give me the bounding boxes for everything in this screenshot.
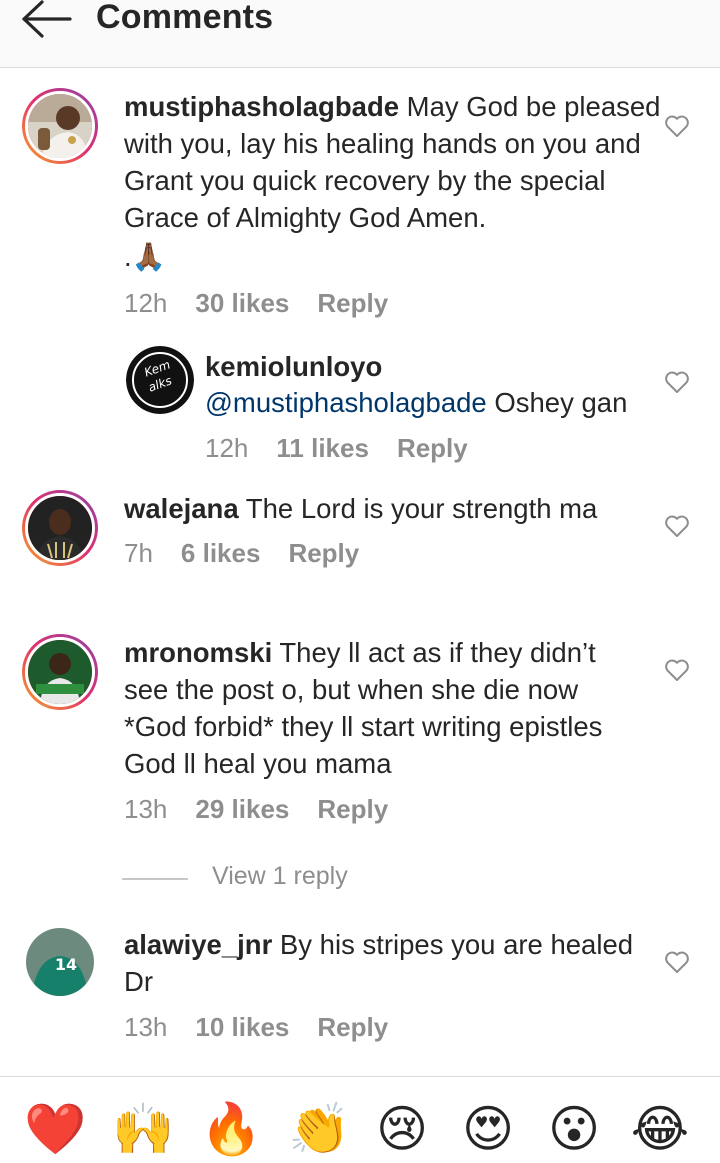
heart-icon[interactable] (664, 514, 690, 538)
crying-emoji-button[interactable]: 😢 (372, 1099, 432, 1159)
comment-emoji-line: .🙏🏾 (124, 241, 166, 272)
avatar[interactable] (22, 490, 98, 566)
avatar[interactable] (22, 634, 98, 710)
jersey-number: 14 (55, 955, 77, 974)
reply-button[interactable]: Reply (317, 288, 388, 318)
comment-time: 7h (124, 538, 153, 568)
comment-text: alawiye_jnr By his stripes you are heale… (124, 926, 649, 1000)
reply-button[interactable]: Reply (288, 538, 359, 568)
avatar[interactable]: Kem alks (126, 346, 194, 414)
username[interactable]: alawiye_jnr (124, 929, 272, 960)
username[interactable]: walejana (124, 493, 239, 524)
reply-button[interactable]: Reply (317, 794, 388, 824)
comment-text: walejana The Lord is your strength ma (124, 490, 664, 527)
comment-meta: 12h 30 likes Reply (124, 288, 416, 319)
comment-time: 12h (124, 288, 168, 318)
laughing-emoji-button[interactable]: 😂 (630, 1099, 690, 1159)
reply-button[interactable]: Reply (317, 1012, 388, 1042)
heart-emoji-button[interactable]: ❤️ (24, 1099, 86, 1159)
comment-time: 12h (205, 433, 249, 463)
comment-time: 13h (124, 794, 168, 824)
likes-count[interactable]: 11 likes (276, 433, 369, 463)
surprised-emoji-button[interactable]: 😮 (544, 1099, 604, 1159)
divider (122, 878, 188, 880)
comment-meta: 13h 29 likes Reply (124, 794, 416, 825)
heart-icon[interactable] (664, 114, 690, 138)
comment-time: 13h (124, 1012, 168, 1042)
view-replies-label: View 1 reply (212, 862, 348, 890)
likes-count[interactable]: 30 likes (195, 288, 289, 318)
avatar[interactable]: 14 (26, 928, 94, 996)
comment-text: @mustiphasholagbade Oshey gan (205, 384, 627, 421)
comment-body: Oshey gan (486, 387, 628, 418)
likes-count[interactable]: 10 likes (195, 1012, 289, 1042)
emoji-quick-bar: ❤️ 🙌 🔥 👏 😢 😍 😮 😂 (0, 1076, 720, 1163)
heart-eyes-emoji-button[interactable]: 😍 (458, 1099, 518, 1159)
comment-text: mustiphasholagbade May God be pleased wi… (124, 88, 664, 236)
comment-meta: 13h 10 likes Reply (124, 1012, 416, 1043)
likes-count[interactable]: 29 likes (195, 794, 289, 824)
avatar[interactable] (22, 88, 98, 164)
heart-icon[interactable] (664, 370, 690, 394)
comment-meta: 12h 11 likes Reply (205, 433, 496, 464)
heart-icon[interactable] (664, 950, 690, 974)
fire-emoji-button[interactable]: 🔥 (200, 1099, 262, 1159)
comment-body: The Lord is your strength ma (238, 493, 598, 524)
mention-link[interactable]: @mustiphasholagbade (205, 387, 487, 418)
heart-icon[interactable] (664, 658, 690, 682)
comment-text: mronomski They ll act as if they didn’t … (124, 634, 644, 782)
username[interactable]: kemiolunloyo (205, 348, 382, 385)
reply-button[interactable]: Reply (397, 433, 468, 463)
username[interactable]: mustiphasholagbade (124, 91, 399, 122)
arrow-left-icon[interactable] (18, 0, 78, 40)
username[interactable]: mronomski (124, 637, 272, 668)
top-bar: Comments (0, 0, 720, 68)
raised-hands-emoji-button[interactable]: 🙌 (112, 1099, 174, 1159)
likes-count[interactable]: 6 likes (181, 538, 261, 568)
clapping-emoji-button[interactable]: 👏 (288, 1099, 350, 1159)
comment-meta: 7h 6 likes Reply (124, 538, 387, 569)
page-title: Comments (96, 0, 274, 36)
